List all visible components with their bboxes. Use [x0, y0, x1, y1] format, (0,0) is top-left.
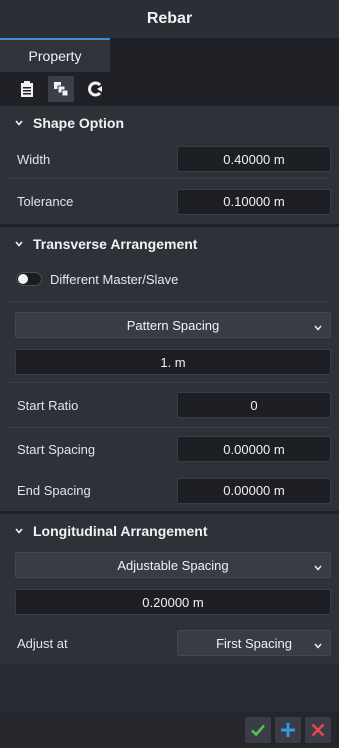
shape-option-header[interactable]: Shape Option [0, 106, 339, 140]
clipboard-button[interactable] [14, 76, 40, 102]
check-icon [251, 724, 265, 737]
width-field[interactable]: 0.40000 m [177, 146, 331, 172]
longitudinal-title: Longitudinal Arrangement [33, 523, 208, 539]
toggle-knob [18, 274, 28, 284]
spacing-type-value: Adjustable Spacing [117, 557, 229, 573]
master-slave-toggle-row: Different Master/Slave [0, 261, 339, 297]
width-label: Width [17, 151, 51, 167]
chevron-down-icon [14, 118, 30, 128]
tolerance-row: Tolerance 0.10000 m [0, 179, 339, 224]
window-title: Rebar [146, 10, 193, 27]
clipboard-icon [21, 81, 33, 97]
chevron-down-icon [313, 321, 323, 336]
spacing-value-row: 0.20000 m [0, 582, 339, 622]
tab-property-label: Property [28, 48, 82, 64]
chevron-down-icon [14, 239, 30, 249]
end-spacing-row: End Spacing 0.00000 m [0, 470, 339, 511]
plus-icon [281, 723, 295, 737]
start-spacing-field[interactable]: 0.00000 m [177, 436, 331, 462]
spacing-type-select[interactable]: Adjustable Spacing [15, 552, 331, 578]
master-slave-label: Different Master/Slave [50, 271, 179, 287]
start-spacing-row: Start Spacing 0.00000 m [0, 428, 339, 470]
footer-actions [0, 712, 339, 748]
master-slave-toggle[interactable] [16, 272, 42, 286]
transverse-header[interactable]: Transverse Arrangement [0, 227, 339, 261]
longitudinal-section: Longitudinal Arrangement Adjustable Spac… [0, 514, 339, 664]
cancel-button[interactable] [305, 717, 331, 743]
start-ratio-row: Start Ratio 0 [0, 383, 339, 427]
refresh-button[interactable] [82, 76, 108, 102]
pattern-spacing-value: Pattern Spacing [126, 317, 220, 333]
tolerance-label: Tolerance [17, 194, 74, 209]
tab-bar: Property [0, 38, 339, 72]
adjust-at-row: Adjust at First Spacing [0, 622, 339, 664]
chevron-down-icon [313, 639, 323, 654]
transverse-title: Transverse Arrangement [33, 236, 198, 252]
layers-button[interactable] [48, 76, 74, 102]
tab-property[interactable]: Property [0, 38, 110, 72]
title-bar: Rebar [0, 0, 339, 38]
start-ratio-field[interactable]: 0 [177, 392, 331, 418]
adjust-at-select[interactable]: First Spacing [177, 630, 331, 656]
pattern-spacing-select[interactable]: Pattern Spacing [15, 312, 331, 338]
layers-icon [54, 82, 69, 97]
pattern-value-row: 1. m [0, 348, 339, 382]
adjust-at-value: First Spacing [216, 635, 292, 651]
close-icon [311, 723, 325, 737]
tolerance-field[interactable]: 0.10000 m [177, 188, 331, 215]
longitudinal-header[interactable]: Longitudinal Arrangement [0, 514, 339, 548]
end-spacing-label: End Spacing [17, 483, 91, 498]
chevron-down-icon [14, 526, 30, 536]
width-row: Width 0.40000 m [0, 140, 339, 178]
end-spacing-field[interactable]: 0.00000 m [177, 477, 331, 504]
shape-option-section: Shape Option Width 0.40000 m Tolerance 0… [0, 106, 339, 227]
spacing-value-field[interactable]: 0.20000 m [15, 589, 331, 615]
start-spacing-label: Start Spacing [17, 441, 96, 457]
pattern-value-field[interactable]: 1. m [15, 349, 331, 375]
start-ratio-label: Start Ratio [17, 397, 79, 413]
shape-option-title: Shape Option [33, 115, 124, 131]
confirm-button[interactable] [245, 717, 271, 743]
chevron-down-icon [313, 561, 323, 576]
adjust-at-label: Adjust at [17, 635, 68, 651]
refresh-icon [88, 81, 102, 97]
pattern-select-row: Pattern Spacing [0, 302, 339, 348]
toolbar [0, 72, 339, 106]
spacing-type-row: Adjustable Spacing [0, 548, 339, 582]
add-button[interactable] [275, 717, 301, 743]
transverse-section: Transverse Arrangement Different Master/… [0, 227, 339, 514]
